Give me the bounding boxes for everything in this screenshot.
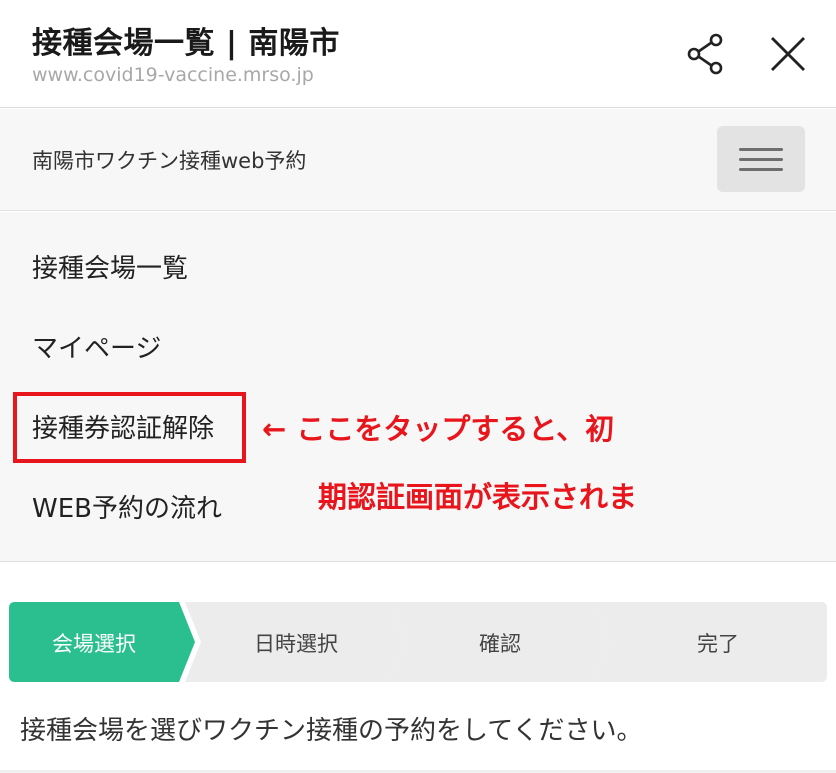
annotation-text-line1: ← ここをタップすると、初 — [262, 412, 615, 446]
step-complete: 完了 — [593, 602, 827, 682]
menu-item-venue-list[interactable]: 接種会場一覧 — [32, 248, 188, 285]
site-name: 南陽市ワクチン接種web予約 — [32, 149, 307, 173]
close-icon — [771, 37, 805, 71]
site-header: 南陽市ワクチン接種web予約 — [0, 109, 836, 211]
nav-menu: 接種会場一覧 マイページ 接種券認証解除 WEB予約の流れ ← ここをタップする… — [0, 212, 836, 562]
browser-header: 接種会場一覧 | 南陽市 www.covid19-vaccine.mrso.jp — [0, 0, 836, 108]
close-button[interactable] — [764, 30, 812, 78]
page-title: 接種会場一覧 | 南陽市 — [32, 26, 340, 61]
menu-item-web-reservation-flow[interactable]: WEB予約の流れ — [32, 488, 222, 525]
menu-button[interactable] — [717, 126, 805, 192]
menu-item-my-page[interactable]: マイページ — [32, 328, 161, 365]
step-datetime-selection: 日時選択 — [185, 602, 407, 682]
step-venue-selection: 会場選択 — [9, 602, 195, 682]
instruction-text: 接種会場を選びワクチン接種の予約をしてください。 — [20, 716, 643, 746]
annotation-text-line2: 期認証画面が表示されま — [318, 480, 638, 514]
step-confirmation: 確認 — [389, 602, 611, 682]
share-button[interactable] — [682, 30, 730, 78]
step-label: 確認 — [479, 632, 521, 656]
reservation-steps: 会場選択 日時選択 確認 完了 — [9, 602, 827, 682]
annotation-highlight-box — [13, 392, 246, 463]
share-icon — [687, 33, 723, 75]
step-label: 会場選択 — [52, 632, 136, 656]
step-label: 日時選択 — [254, 632, 338, 656]
step-label: 完了 — [697, 632, 739, 656]
page-url: www.covid19-vaccine.mrso.jp — [32, 64, 314, 86]
